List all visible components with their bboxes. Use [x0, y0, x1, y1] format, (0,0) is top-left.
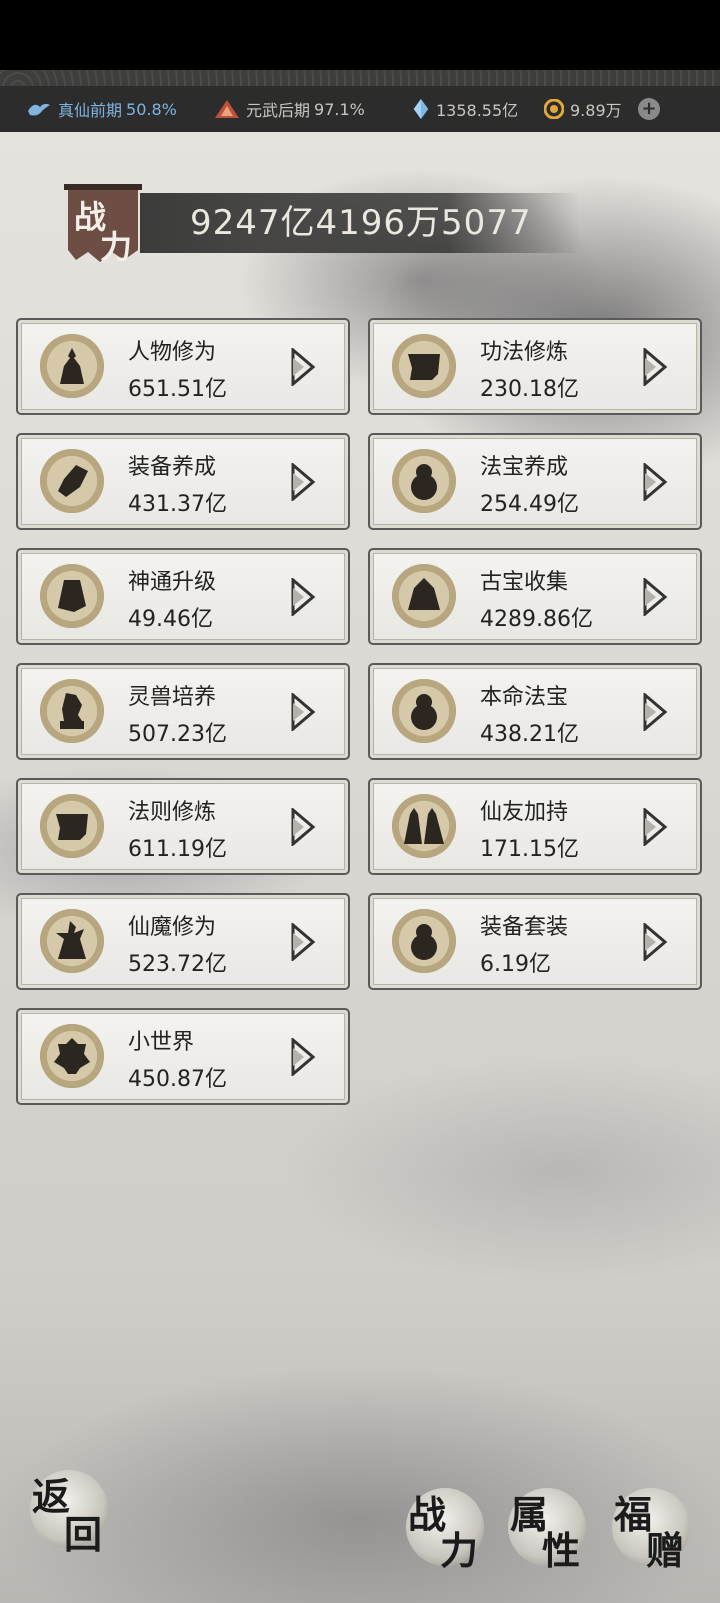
gourd-icon: [392, 679, 456, 743]
tab-power[interactable]: 战 力: [406, 1488, 484, 1573]
realm2-label: 元武后期: [246, 101, 311, 120]
chevron-right-icon: [643, 923, 668, 961]
card-title: 法宝养成: [480, 455, 569, 480]
chevron-right-icon: [291, 693, 316, 731]
crystal-stat: 1358.55亿: [412, 86, 518, 132]
card-value: 171.15亿: [480, 837, 579, 862]
flame-triangle-icon: [215, 100, 239, 118]
card-immortal-demon[interactable]: 仙魔修为 523.72亿: [16, 893, 350, 990]
card-title: 人物修为: [128, 340, 217, 365]
ancient-bell-icon: [392, 564, 456, 628]
card-character-cultivation[interactable]: 人物修为 651.51亿: [16, 318, 350, 415]
status-bar: 真仙前期 50.8% 元武后期 97.1% 1358.55亿 9.89万 +: [0, 86, 720, 132]
gourd-icon: [392, 909, 456, 973]
realm1-label: 真仙前期: [58, 101, 123, 120]
back-button[interactable]: 返 回: [30, 1470, 108, 1557]
chevron-right-icon: [291, 578, 316, 616]
realm1-stat: 真仙前期 50.8%: [26, 86, 177, 132]
crystal-icon: [413, 99, 429, 119]
card-value: 49.46亿: [128, 607, 213, 632]
card-title: 仙魔修为: [128, 915, 217, 940]
card-title: 灵兽培养: [128, 685, 217, 710]
card-natal-treasure[interactable]: 本命法宝 438.21亿: [368, 663, 702, 760]
card-value: 230.18亿: [480, 377, 579, 402]
card-value: 611.19亿: [128, 837, 227, 862]
chevron-right-icon: [643, 693, 668, 731]
chevron-right-icon: [291, 348, 316, 386]
total-power-value: 9247亿4196万5077: [190, 203, 532, 243]
warrior-icon: [40, 909, 104, 973]
coin-stat: 9.89万: [544, 86, 622, 132]
bell-icon: [40, 564, 104, 628]
back-char2: 回: [64, 1512, 103, 1557]
card-value: 438.21亿: [480, 722, 579, 747]
chevron-right-icon: [291, 808, 316, 846]
beast-statue-icon: [40, 679, 104, 743]
card-value: 6.19亿: [480, 952, 551, 977]
card-law-training[interactable]: 法则修炼 611.19亿: [16, 778, 350, 875]
card-small-world[interactable]: 小世界 450.87亿: [16, 1008, 350, 1105]
card-value: 651.51亿: [128, 377, 227, 402]
card-value: 4289.86亿: [480, 607, 593, 632]
card-title: 古宝收集: [480, 570, 569, 595]
tab-power-char2: 力: [440, 1528, 479, 1573]
chevron-right-icon: [643, 463, 668, 501]
chevron-right-icon: [643, 808, 668, 846]
card-value: 450.87亿: [128, 1067, 227, 1092]
scroll-icon: [392, 334, 456, 398]
chevron-right-icon: [643, 578, 668, 616]
card-title: 功法修炼: [480, 340, 569, 365]
crystal-amount: 1358.55亿: [436, 101, 519, 120]
tab-gift-char2: 赠: [646, 1528, 685, 1573]
chevron-right-icon: [291, 923, 316, 961]
card-value: 431.37亿: [128, 492, 227, 517]
card-value: 254.49亿: [480, 492, 579, 517]
card-title: 仙友加持: [480, 800, 569, 825]
card-treasure-upgrade[interactable]: 法宝养成 254.49亿: [368, 433, 702, 530]
card-value: 523.72亿: [128, 952, 227, 977]
scroll-icon: [40, 794, 104, 858]
card-companion-boost[interactable]: 仙友加持 171.15亿: [368, 778, 702, 875]
card-title: 法则修炼: [128, 800, 217, 825]
card-equipment-set[interactable]: 装备套装 6.19亿: [368, 893, 702, 990]
card-title: 本命法宝: [480, 685, 569, 710]
chevron-right-icon: [291, 1038, 316, 1076]
tab-attr-char2: 性: [542, 1528, 581, 1573]
coin-amount: 9.89万: [570, 101, 622, 120]
card-title: 神通升级: [128, 570, 217, 595]
card-ancient-treasure[interactable]: 古宝收集 4289.86亿: [368, 548, 702, 645]
character-icon: [40, 334, 104, 398]
tab-attributes[interactable]: 属 性: [508, 1488, 586, 1573]
add-currency-button[interactable]: +: [638, 98, 660, 120]
card-title: 装备养成: [128, 455, 217, 480]
realm1-pct: 50.8%: [126, 99, 177, 119]
cloud-wing-icon: [28, 103, 50, 116]
power-tag-char2: 力: [100, 228, 133, 266]
card-equipment-upgrade[interactable]: 装备养成 431.37亿: [16, 433, 350, 530]
card-skill-upgrade[interactable]: 神通升级 49.46亿: [16, 548, 350, 645]
chevron-right-icon: [291, 463, 316, 501]
card-title: 装备套装: [480, 915, 569, 940]
card-value: 507.23亿: [128, 722, 227, 747]
companions-icon: [392, 794, 456, 858]
gourd-icon: [392, 449, 456, 513]
power-tag-text: 战 力: [68, 190, 140, 266]
armor-icon: [40, 449, 104, 513]
card-spirit-beast[interactable]: 灵兽培养 507.23亿: [16, 663, 350, 760]
tab-blessings[interactable]: 福 赠: [612, 1488, 690, 1573]
small-world-icon: [40, 1024, 104, 1088]
realm2-stat: 元武后期 97.1%: [214, 86, 365, 132]
card-technique-training[interactable]: 功法修炼 230.18亿: [368, 318, 702, 415]
gold-coin-icon: [544, 99, 564, 119]
chevron-right-icon: [643, 348, 668, 386]
realm2-pct: 97.1%: [314, 99, 365, 119]
card-title: 小世界: [128, 1030, 195, 1055]
